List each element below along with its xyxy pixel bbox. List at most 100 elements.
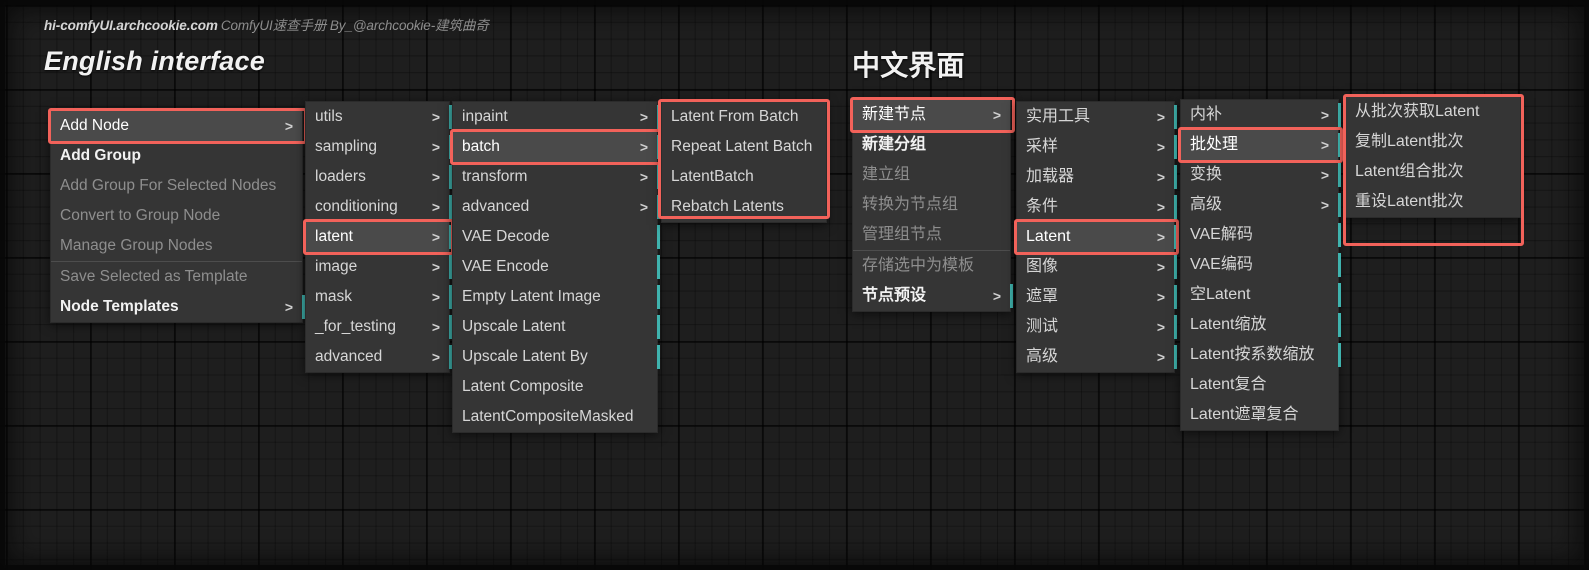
menu-item[interactable]: 遮罩 > (1017, 282, 1177, 312)
menu-item[interactable]: utils > (306, 102, 452, 132)
menu-item-label: 空Latent (1190, 286, 1251, 303)
chevron-right-icon: > (1156, 169, 1165, 185)
menu-item-label: Node Templates (60, 298, 179, 316)
menu-item-label: VAE Encode (462, 258, 549, 276)
chevron-right-icon: > (992, 107, 1001, 123)
latent-submenu-cn[interactable]: 内补 > 批处理 > 变换 > 高级 > VAE解码 VAE编码空Latent Latent缩放 La… (1178, 99, 1343, 431)
menu-item[interactable]: Empty Latent Image (453, 282, 660, 312)
latent-submenu[interactable]: inpaint > batch > transform > advanced > VAE Dec… (450, 101, 662, 433)
menu-item[interactable]: 从批次获取Latent (1346, 97, 1520, 127)
chevron-right-icon: > (1156, 109, 1165, 125)
menu-item[interactable]: inpaint > (453, 102, 660, 132)
menu-item-label: 采样 (1026, 138, 1059, 155)
menu-item[interactable]: 复制Latent批次 (1346, 127, 1520, 157)
menu-item-label: 管理组节点 (862, 226, 943, 243)
menu-item[interactable]: Node Templates > (51, 292, 305, 322)
menu-item-label: 图像 (1026, 258, 1059, 275)
menu-item: 存储选中为模板 (853, 250, 1010, 281)
menu-item[interactable]: Rebatch Latents (662, 192, 826, 222)
menu-item[interactable]: image > (306, 252, 452, 282)
chevron-right-icon: > (1156, 229, 1165, 245)
menu-item[interactable]: Latent组合批次 (1346, 157, 1520, 187)
menu-item[interactable]: latent > (306, 222, 452, 252)
menu-item: 管理组节点 (853, 220, 1010, 250)
menu-item[interactable]: 高级 > (1181, 190, 1341, 220)
chevron-right-icon: > (639, 199, 648, 215)
menu-item[interactable]: transform > (453, 162, 660, 192)
menu-item[interactable]: 图像 > (1017, 252, 1177, 282)
menu-item[interactable]: Upscale Latent By (453, 342, 660, 372)
menu-item[interactable]: Add Node > (51, 111, 302, 141)
menu-item[interactable]: 测试 > (1017, 312, 1177, 342)
menu-item[interactable]: VAE Encode (453, 252, 660, 282)
menu-item[interactable]: Latent遮罩复合 (1181, 400, 1338, 430)
menu-item-label: Latent Composite (462, 378, 584, 396)
add-node-submenu-cn[interactable]: 实用工具 > 采样 > 加载器 > 条件 > Latent > 图像 > 遮罩 > 测试 > 高级 > (1014, 101, 1179, 373)
menu-item[interactable]: 变换 > (1181, 160, 1341, 190)
menu-item-label: 节点预设 (862, 287, 927, 304)
menu-item[interactable]: 节点预设 > (853, 281, 1013, 311)
menu-item-label: 批处理 (1190, 136, 1239, 153)
chevron-right-icon: > (431, 199, 440, 215)
menu-item-label: Latent (1026, 228, 1071, 245)
menu-item[interactable]: Latent复合 (1181, 370, 1338, 400)
menu-item: 转换为节点组 (853, 190, 1010, 220)
menu-item[interactable]: LatentCompositeMasked (453, 402, 657, 432)
menu-item-label: inpaint (462, 108, 508, 126)
menu-item[interactable]: Repeat Latent Batch (662, 132, 826, 162)
chevron-right-icon: > (1156, 319, 1165, 335)
chevron-right-icon: > (1156, 349, 1165, 365)
menu-item[interactable]: sampling > (306, 132, 452, 162)
header-credit: hi-comfyUI.archcookie.com ComfyUI速查手册 By_… (44, 14, 489, 34)
menu-item[interactable]: Latent按系数缩放 (1181, 340, 1341, 370)
menu-item[interactable]: batch > (453, 132, 660, 162)
menu-item-label: 遮罩 (1026, 288, 1059, 305)
menu-item-label: Convert to Group Node (60, 207, 221, 225)
menu-item[interactable]: 新建分组 (853, 130, 1010, 160)
menu-item[interactable]: 条件 > (1017, 192, 1177, 222)
menu-item[interactable]: 新建节点 > (853, 100, 1010, 130)
batch-submenu-cn[interactable]: 从批次获取Latent 复制Latent批次 Latent组合批次 重设Latent批… (1345, 96, 1521, 218)
menu-item[interactable]: 加载器 > (1017, 162, 1177, 192)
menu-item-label: Add Node (60, 117, 129, 135)
chevron-right-icon: > (431, 109, 440, 125)
canvas-context-menu-cn[interactable]: 新建节点 > 新建分组 建立组 转换为节点组 管理组节点 存储选中为模板 节点预设 > (850, 97, 1015, 312)
menu-item-label: 从批次获取Latent (1355, 103, 1480, 120)
menu-item[interactable]: 高级 > (1017, 342, 1177, 372)
add-node-submenu[interactable]: utils > sampling > loaders > conditioning > late… (303, 101, 454, 373)
menu-item[interactable]: 批处理 > (1181, 130, 1341, 160)
menu-item: Save Selected as Template (51, 261, 302, 292)
chevron-right-icon: > (431, 349, 440, 365)
chevron-right-icon: > (431, 169, 440, 185)
menu-item-label: Latent按系数缩放 (1190, 346, 1315, 363)
menu-item[interactable]: _for_testing > (306, 312, 452, 342)
menu-item-label: LatentBatch (671, 168, 754, 186)
menu-item: Convert to Group Node (51, 201, 302, 231)
menu-item[interactable]: Latent > (1017, 222, 1177, 252)
menu-item[interactable]: conditioning > (306, 192, 452, 222)
menu-item[interactable]: Latent From Batch (662, 102, 826, 132)
menu-item[interactable]: VAE Decode (453, 222, 660, 252)
menu-item[interactable]: advanced > (306, 342, 452, 372)
menu-item-label: mask (315, 288, 353, 306)
menu-item[interactable]: 重设Latent批次 (1346, 187, 1520, 217)
menu-item[interactable]: mask > (306, 282, 452, 312)
menu-item[interactable]: Add Group (51, 141, 302, 171)
menu-item[interactable]: LatentBatch (662, 162, 826, 192)
menu-item[interactable]: 内补 > (1181, 100, 1341, 130)
menu-item[interactable]: Latent Composite (453, 372, 657, 402)
menu-item[interactable]: VAE解码 (1181, 220, 1341, 250)
menu-item[interactable]: 采样 > (1017, 132, 1177, 162)
chevron-right-icon: > (431, 289, 440, 305)
menu-item[interactable]: Upscale Latent (453, 312, 660, 342)
menu-item[interactable]: 实用工具 > (1017, 102, 1177, 132)
menu-item[interactable]: loaders > (306, 162, 452, 192)
menu-item-label: VAE解码 (1190, 226, 1253, 243)
menu-item[interactable]: Latent缩放 (1181, 310, 1341, 340)
batch-submenu[interactable]: Latent From Batch Repeat Latent Batch Late… (661, 101, 827, 223)
menu-item-label: VAE Decode (462, 228, 550, 246)
menu-item[interactable]: 空Latent (1181, 280, 1341, 310)
menu-item[interactable]: advanced > (453, 192, 660, 222)
menu-item[interactable]: VAE编码 (1181, 250, 1341, 280)
canvas-context-menu[interactable]: Add Node > Add Group Add Group For Selected… (48, 108, 307, 323)
